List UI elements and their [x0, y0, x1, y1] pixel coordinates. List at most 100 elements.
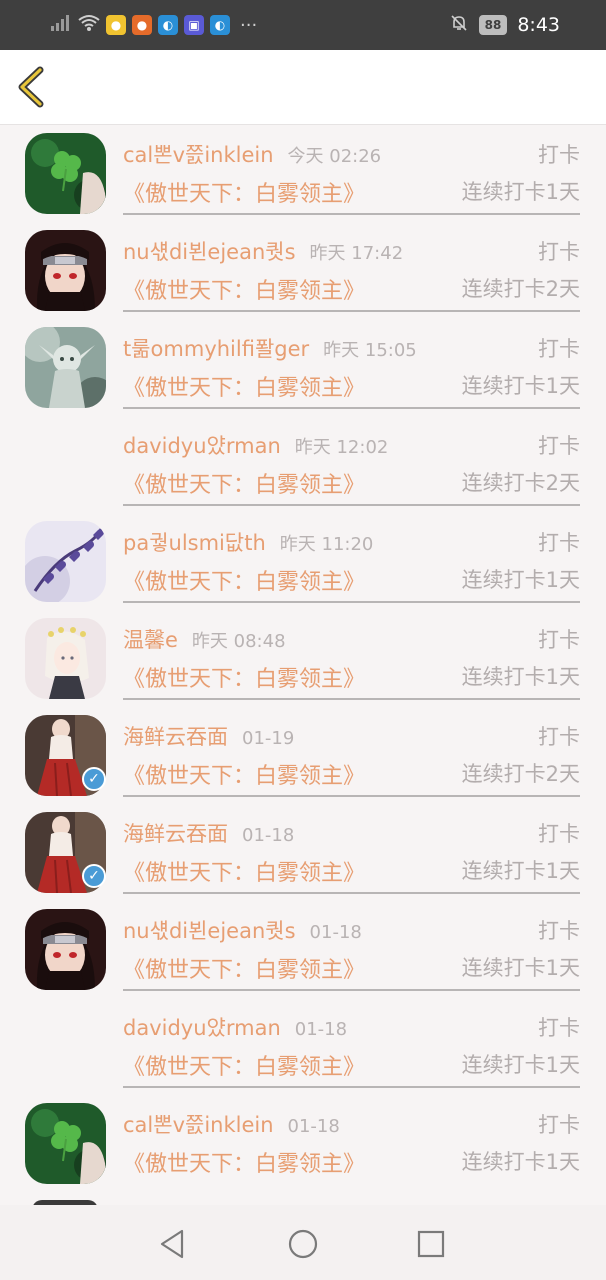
book-title[interactable]: 《傲世天下：白雾领主》 — [123, 1049, 365, 1081]
streak-count: 连续打卡1天 — [461, 180, 580, 204]
user-name[interactable]: 海鲜云吞面 01-19 — [123, 721, 294, 751]
user-name-text[interactable]: pa궣ulsmi닶th — [123, 531, 266, 555]
ninja-avatar-icon — [25, 230, 106, 311]
streak-count: 连续打卡1天 — [461, 956, 580, 980]
user-name[interactable]: nu섃di뵌ejean퀏s 01-18 — [123, 915, 362, 945]
app-notification-icon: ● — [106, 15, 126, 35]
list-item[interactable]: t룲ommyhilfi퐐ger 昨天 15:05 打卡 《傲世天下：白雾领主》 连… — [0, 319, 606, 416]
streak-count: 连续打卡1天 — [461, 374, 580, 398]
book-title[interactable]: 《傲世天下：白雾领主》 — [123, 855, 365, 887]
row-divider — [123, 601, 580, 603]
checkin-time: 昨天 17:42 — [309, 243, 404, 264]
user-name[interactable]: cal뽄v쯠inklein 01-18 — [123, 1109, 340, 1139]
streak-count: 连续打卡1天 — [461, 1053, 580, 1077]
app-notification-icon: ◐ — [158, 15, 178, 35]
avatar[interactable] — [25, 230, 106, 311]
book-title[interactable]: 《傲世天下：白雾领主》 — [123, 370, 365, 402]
user-name-text[interactable]: 温馨e — [123, 628, 178, 652]
user-name-text[interactable]: cal뽄v쯠inklein — [123, 143, 274, 167]
user-name[interactable]: davidyu얐rman 01-18 — [123, 1012, 347, 1042]
avatar[interactable] — [25, 133, 106, 214]
user-name[interactable]: cal뽄v쯠inklein 今天 02:26 — [123, 139, 381, 169]
user-name[interactable]: nu섃di뵌ejean퀏s 昨天 17:42 — [123, 236, 403, 266]
app-notification-icon: ◐ — [210, 15, 230, 35]
checkin-label: 打卡 — [538, 531, 580, 555]
row-divider — [123, 310, 580, 312]
triangle-back-icon — [160, 1229, 184, 1259]
ninja-avatar-icon — [25, 909, 106, 990]
checkin-time: 昨天 12:02 — [294, 437, 389, 458]
book-title[interactable]: 《傲世天下：白雾领主》 — [123, 176, 365, 208]
user-name-text[interactable]: 海鲜云吞面 — [123, 822, 228, 846]
checkin-list[interactable]: cal뽄v쯠inklein 今天 02:26 打卡 《傲世天下：白雾领主》 连续打… — [0, 125, 606, 1205]
status-left: ● ● ◐ ▣ ◐ ··· — [50, 13, 257, 37]
nav-home-button[interactable] — [286, 1227, 320, 1261]
checkin-time: 01-19 — [242, 728, 295, 749]
book-title[interactable]: 《傲世天下：白雾领主》 — [123, 1146, 365, 1178]
list-item[interactable]: nu섃di뵌ejean퀏s 昨天 17:42 打卡 《傲世天下：白雾领主》 连续打… — [0, 222, 606, 319]
user-name-text[interactable]: cal뽄v쯠inklein — [123, 1113, 274, 1137]
girl-avatar-icon — [25, 618, 106, 699]
user-name-text[interactable]: t룲ommyhilfi퐐ger — [123, 337, 309, 361]
user-name[interactable]: davidyu얐rman 昨天 12:02 — [123, 430, 388, 460]
streak-count: 连续打卡1天 — [461, 859, 580, 883]
list-item[interactable]: cal뽄v쯠inklein 今天 02:26 打卡 《傲世天下：白雾领主》 连续打… — [0, 125, 606, 222]
checkin-time: 01-18 — [287, 1116, 340, 1137]
user-name-text[interactable]: davidyu얐rman — [123, 434, 281, 458]
back-button[interactable] — [12, 64, 56, 110]
list-item[interactable]: cal뽄v쯠inklein 01-18 打卡 《傲世天下：白雾领主》 连续打卡1天 — [0, 1095, 606, 1192]
mute-bell-icon — [449, 13, 469, 37]
avatar[interactable] — [25, 521, 106, 602]
checkin-time: 昨天 15:05 — [323, 340, 417, 361]
user-name[interactable]: 温馨e 昨天 08:48 — [123, 624, 286, 654]
book-title[interactable]: 《傲世天下：白雾领主》 — [123, 564, 365, 596]
user-name-text[interactable]: nu섃di뵌ejean퀏s — [123, 240, 296, 264]
book-title[interactable]: 《傲世天下：白雾领主》 — [123, 758, 365, 790]
clock: 8:43 — [517, 14, 560, 36]
user-name[interactable]: 海鲜云吞面 01-18 — [123, 818, 294, 848]
book-title[interactable]: 《傲世天下：白雾领主》 — [123, 467, 365, 499]
list-item[interactable]: pa궣ulsmi닶th 昨天 11:20 打卡 《傲世天下：白雾领主》 连续打卡1… — [0, 513, 606, 610]
book-title[interactable]: 《傲世天下：白雾领主》 — [123, 661, 365, 693]
row-divider — [123, 1086, 580, 1088]
battery-indicator: 88 — [478, 15, 508, 35]
user-name[interactable]: pa궣ulsmi닶th 昨天 11:20 — [123, 527, 373, 557]
list-item[interactable]: davidyu얐rman 01-18 打卡 《傲世天下：白雾领主》 连续打卡1天 — [0, 998, 606, 1095]
checkin-label: 打卡 — [538, 919, 580, 943]
list-item[interactable]: 温馨e 昨天 08:48 打卡 《傲世天下：白雾领主》 连续打卡1天 — [0, 610, 606, 707]
user-name[interactable]: t룲ommyhilfi퐐ger 昨天 15:05 — [123, 333, 417, 363]
checkin-label: 打卡 — [538, 1113, 580, 1137]
hearts-avatar-icon — [25, 521, 106, 602]
list-item[interactable]: davidyu얐rman 昨天 12:02 打卡 《傲世天下：白雾领主》 连续打卡… — [0, 416, 606, 513]
avatar[interactable] — [25, 1103, 106, 1184]
list-item[interactable]: ✓ 海鲜云吞面 01-19 打卡 《傲世天下：白雾领主》 连续打卡2天 — [0, 707, 606, 804]
square-recent-icon — [417, 1230, 445, 1258]
status-right: 88 8:43 — [449, 12, 560, 38]
avatar[interactable] — [25, 618, 106, 699]
verified-badge-icon: ✓ — [82, 767, 106, 791]
streak-count: 连续打卡2天 — [461, 471, 580, 495]
row-divider — [123, 795, 580, 797]
list-item[interactable]: nu섃di뵌ejean퀏s 01-18 打卡 《傲世天下：白雾领主》 连续打卡1天 — [0, 901, 606, 998]
nav-recent-button[interactable] — [414, 1227, 448, 1261]
checkin-time: 昨天 08:48 — [191, 631, 286, 652]
avatar[interactable] — [25, 327, 106, 408]
clover-avatar-icon — [25, 133, 106, 214]
checkin-time: 01-18 — [294, 1019, 348, 1040]
book-title[interactable]: 《傲世天下：白雾领主》 — [123, 952, 365, 984]
nav-back-button[interactable] — [156, 1227, 190, 1261]
list-item[interactable]: ✓ 海鲜云吞面 01-18 打卡 《傲世天下：白雾领主》 连续打卡1天 — [0, 804, 606, 901]
checkin-label: 打卡 — [538, 143, 580, 167]
checkin-time: 01-18 — [309, 922, 362, 943]
row-divider — [123, 213, 580, 215]
user-name-text[interactable]: davidyu얐rman — [123, 1016, 281, 1040]
checkin-label: 打卡 — [538, 628, 580, 652]
user-name-text[interactable]: 海鲜云吞面 — [123, 725, 228, 749]
user-name-text[interactable]: nu섃di뵌ejean퀏s — [123, 919, 296, 943]
checkin-label: 打卡 — [538, 1016, 580, 1040]
status-bar: ● ● ◐ ▣ ◐ ··· 88 8:43 — [0, 0, 606, 50]
checkin-label: 打卡 — [538, 725, 580, 749]
streak-count: 连续打卡1天 — [461, 1150, 580, 1174]
book-title[interactable]: 《傲世天下：白雾领主》 — [123, 273, 365, 305]
avatar[interactable] — [25, 909, 106, 990]
